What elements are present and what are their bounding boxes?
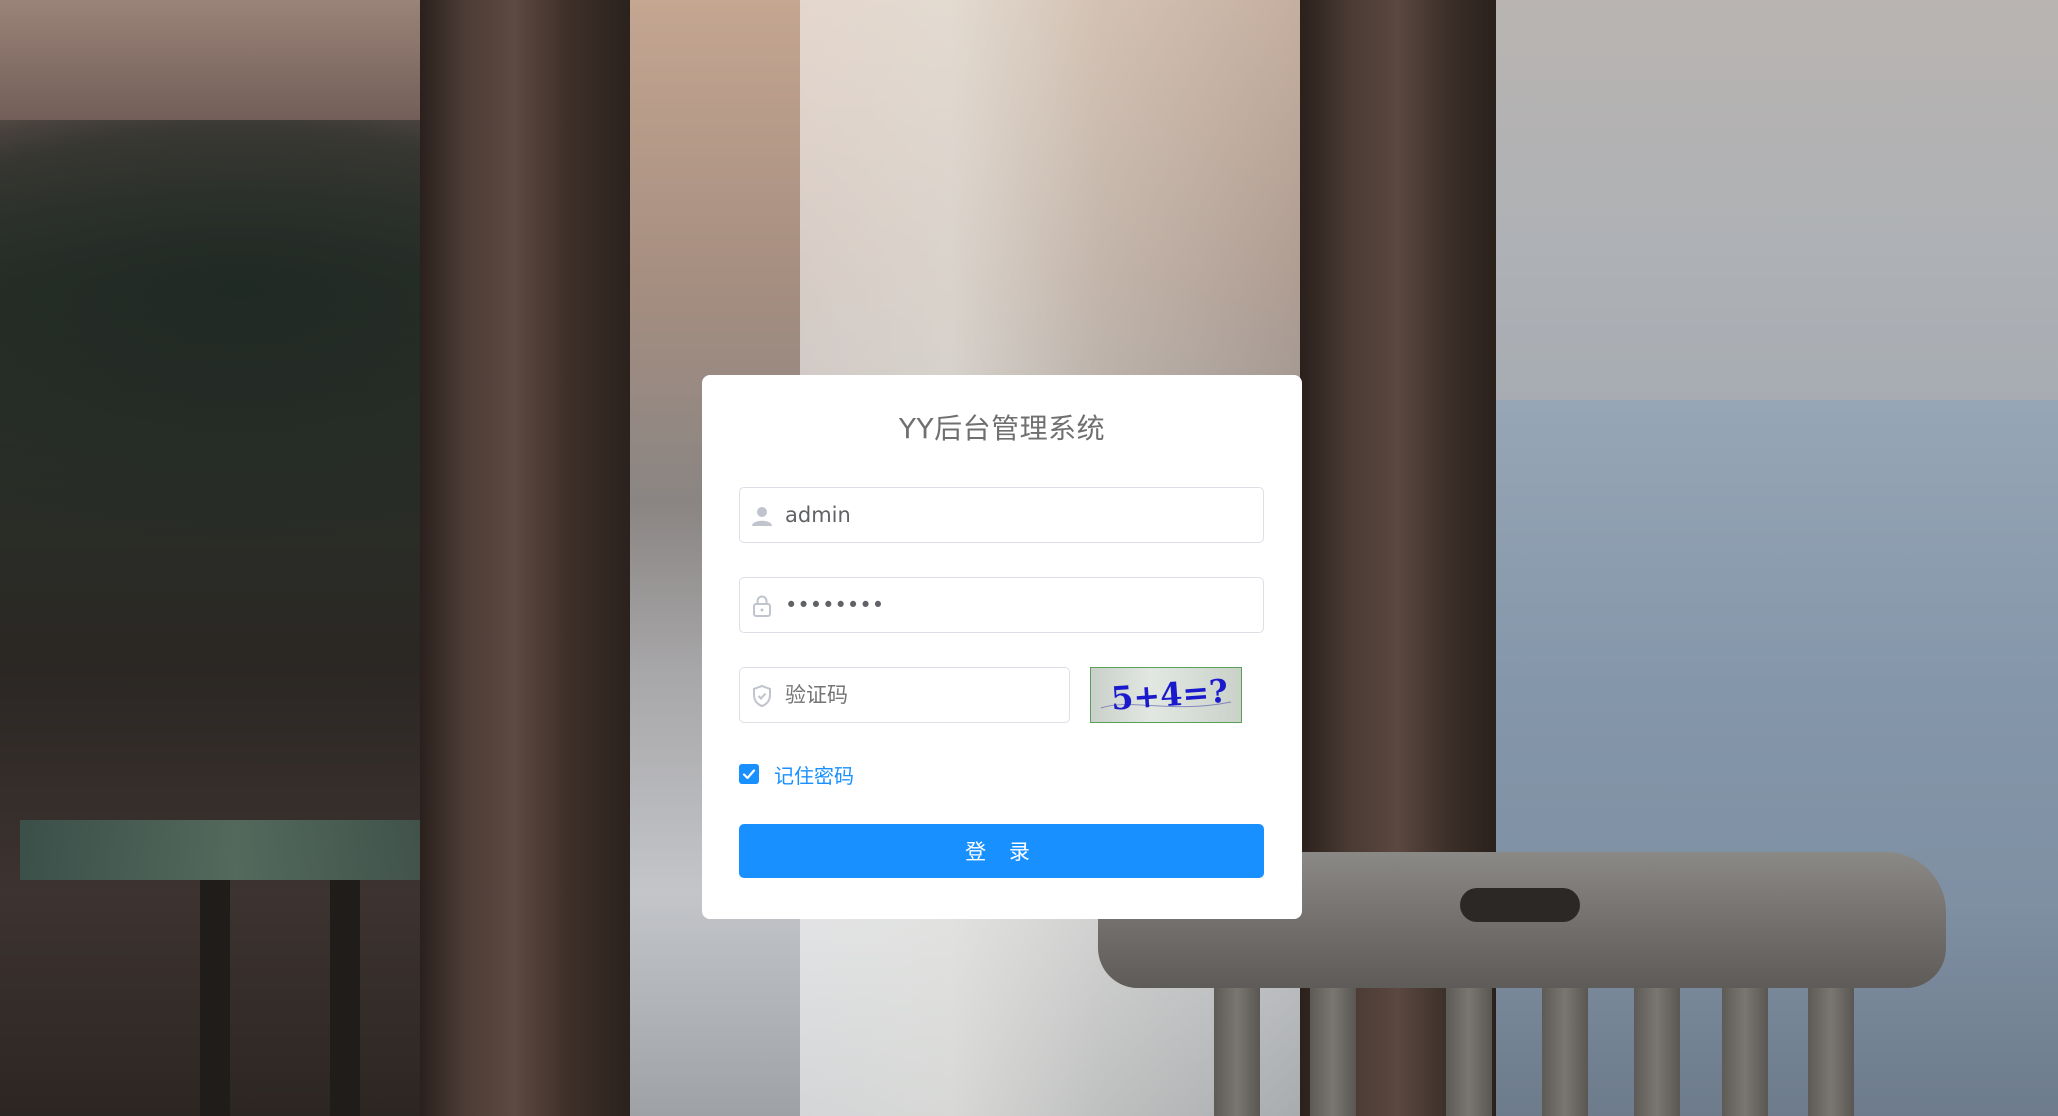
lock-icon: [750, 594, 774, 618]
remember-password[interactable]: 记住密码: [739, 760, 854, 789]
login-card: YY后台管理系统 admin •••••••• 验证码 5+4=? 记住密码 登…: [702, 375, 1302, 919]
login-button[interactable]: 登 录: [739, 824, 1264, 878]
background-chair-slat: [1722, 988, 1768, 1116]
background-chair-slat: [1214, 988, 1260, 1116]
password-field[interactable]: [739, 577, 1264, 633]
background-table-leg: [200, 880, 230, 1116]
background-chair-slat: [1310, 988, 1356, 1116]
background-chair-handle: [1460, 888, 1580, 922]
captcha-image[interactable]: 5+4=?: [1090, 667, 1242, 723]
background-chair-slat: [1634, 988, 1680, 1116]
remember-checkbox[interactable]: [739, 764, 759, 784]
login-title: YY后台管理系统: [898, 412, 1106, 445]
captcha-input[interactable]: [785, 668, 1055, 722]
user-icon: [750, 504, 774, 528]
background-chair-slat: [1446, 988, 1492, 1116]
checkmark-icon: [742, 769, 756, 780]
captcha-text: 5+4=?: [1110, 672, 1229, 718]
background-chair-slat: [1808, 988, 1854, 1116]
captcha-field[interactable]: [739, 667, 1070, 723]
background-wooden-post-left: [420, 0, 630, 1116]
shield-icon: [750, 684, 774, 708]
username-field[interactable]: [739, 487, 1264, 543]
password-input[interactable]: [785, 578, 1245, 632]
background-table-leg: [330, 880, 360, 1116]
background-sky: [1496, 0, 2058, 410]
remember-label[interactable]: 记住密码: [774, 760, 854, 789]
username-input[interactable]: [785, 488, 1245, 542]
background-chair-slat: [1542, 988, 1588, 1116]
